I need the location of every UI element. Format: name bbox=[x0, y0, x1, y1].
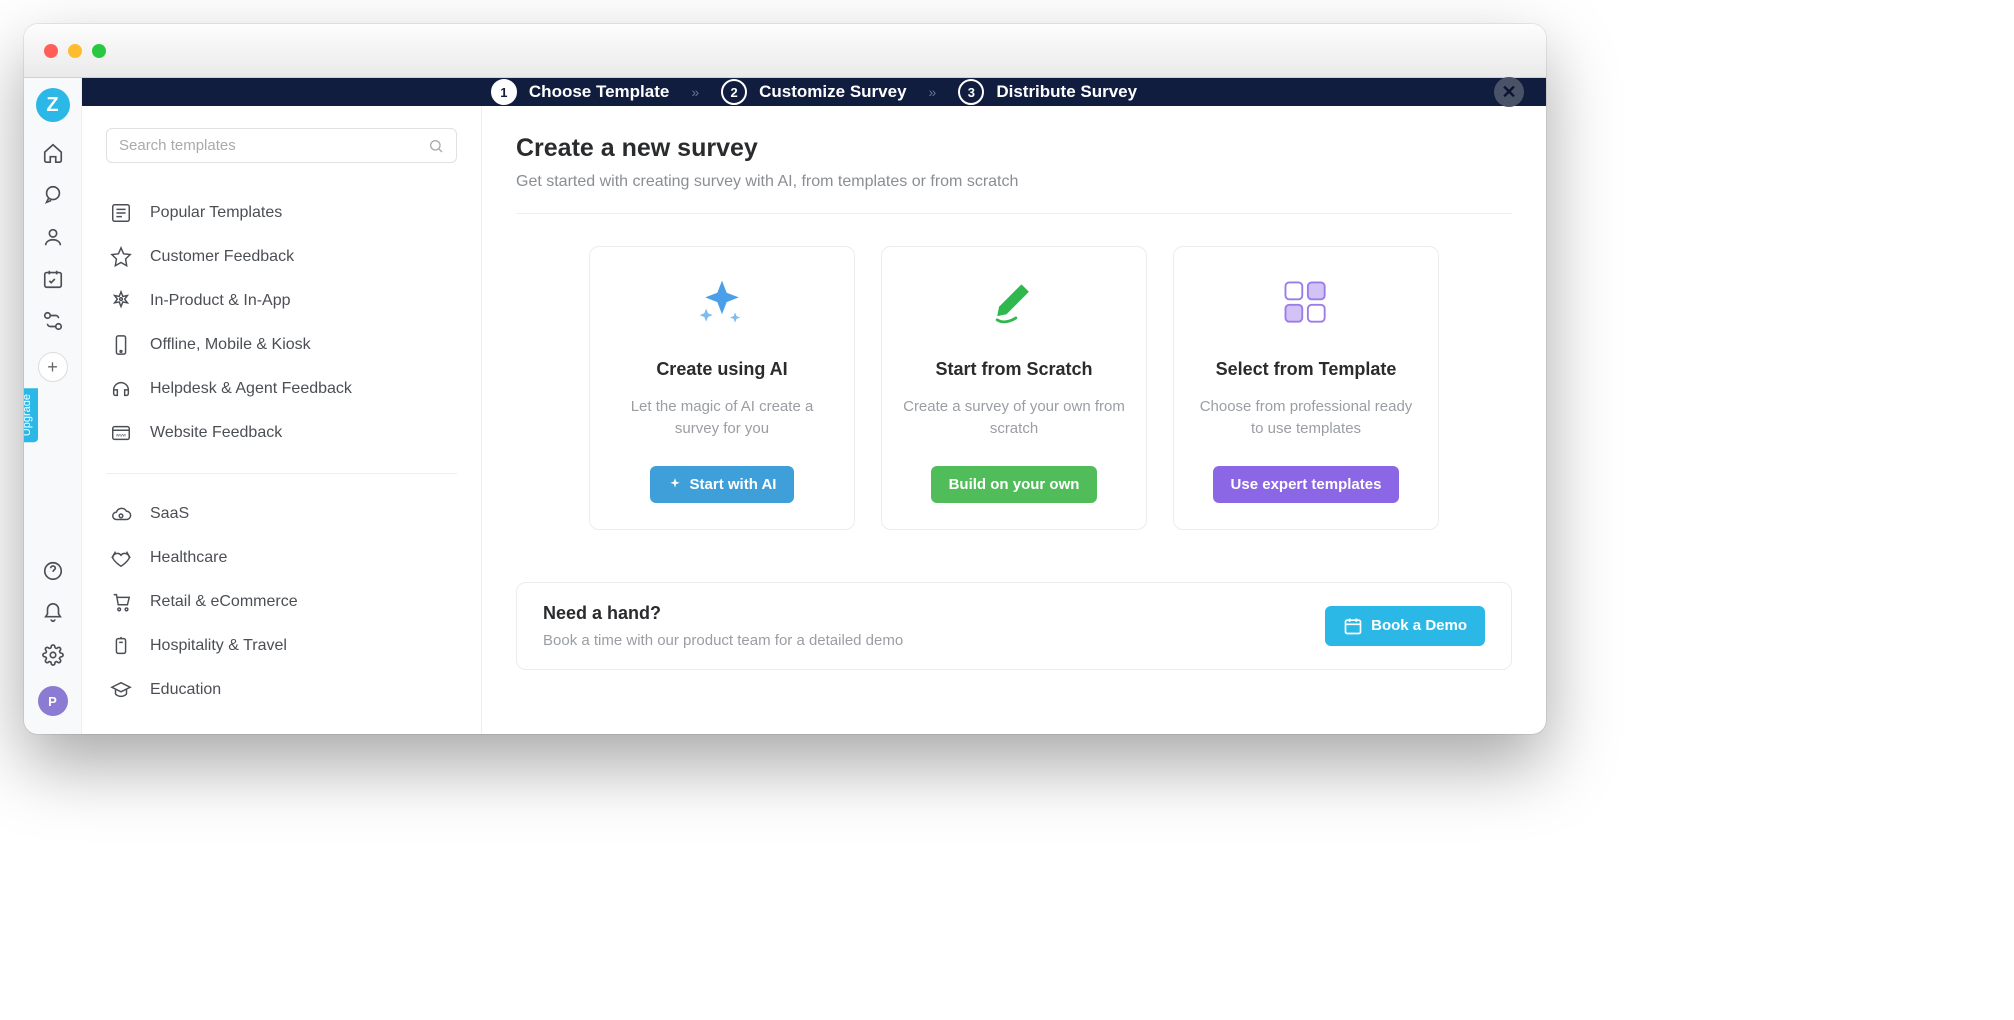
category-healthcare[interactable]: Healthcare bbox=[106, 536, 457, 580]
window-close-button[interactable] bbox=[44, 44, 58, 58]
category-education[interactable]: Education bbox=[106, 668, 457, 712]
card-title: Start from Scratch bbox=[935, 359, 1092, 380]
education-icon bbox=[110, 679, 132, 701]
category-label: Retail & eCommerce bbox=[150, 593, 298, 611]
workflow-icon[interactable] bbox=[42, 310, 64, 332]
card-title: Select from Template bbox=[1216, 359, 1397, 380]
saas-icon bbox=[110, 503, 132, 525]
retail-icon bbox=[110, 591, 132, 613]
step-number: 1 bbox=[491, 79, 517, 105]
contacts-icon[interactable] bbox=[42, 226, 64, 248]
page-subtitle: Get started with creating survey with AI… bbox=[516, 173, 1512, 191]
template-grid-icon bbox=[1278, 275, 1334, 331]
healthcare-icon bbox=[110, 547, 132, 569]
search-input[interactable] bbox=[119, 137, 428, 154]
step-number: 3 bbox=[958, 79, 984, 105]
website-icon: www bbox=[110, 422, 132, 444]
nav-rail: Z + Upgrade bbox=[24, 78, 82, 734]
step-label: Distribute Survey bbox=[996, 82, 1137, 102]
category-customer[interactable]: Customer Feedback bbox=[106, 235, 457, 279]
sparkle-icon bbox=[694, 275, 750, 331]
card-desc: Let the magic of AI create a survey for … bbox=[608, 396, 836, 440]
upgrade-tag[interactable]: Upgrade bbox=[24, 388, 38, 442]
card-desc: Create a survey of your own from scratch bbox=[900, 396, 1128, 440]
category-hospitality[interactable]: Hospitality & Travel bbox=[106, 624, 457, 668]
category-label: Popular Templates bbox=[150, 204, 282, 222]
use-templates-button[interactable]: Use expert templates bbox=[1213, 466, 1400, 503]
help-icon[interactable] bbox=[42, 560, 64, 582]
category-label: Helpdesk & Agent Feedback bbox=[150, 380, 352, 398]
close-icon[interactable]: ✕ bbox=[1494, 77, 1524, 107]
card-desc: Choose from professional ready to use te… bbox=[1192, 396, 1420, 440]
template-sidebar: Popular Templates Customer Feedback In-Pro… bbox=[82, 106, 482, 734]
customer-icon bbox=[110, 246, 132, 268]
step-number: 2 bbox=[721, 79, 747, 105]
hospitality-icon bbox=[110, 635, 132, 657]
main-panel: Create a new survey Get started with cre… bbox=[482, 106, 1546, 734]
search-box[interactable] bbox=[106, 128, 457, 163]
category-website[interactable]: www Website Feedback bbox=[106, 411, 457, 455]
category-helpdesk[interactable]: Helpdesk & Agent Feedback bbox=[106, 367, 457, 411]
step-3[interactable]: 3 Distribute Survey bbox=[958, 79, 1137, 105]
book-demo-button[interactable]: Book a Demo bbox=[1325, 606, 1485, 646]
step-2[interactable]: 2 Customize Survey bbox=[721, 79, 906, 105]
avatar[interactable]: P bbox=[38, 686, 68, 716]
notifications-icon[interactable] bbox=[42, 602, 64, 624]
build-own-button[interactable]: Build on your own bbox=[931, 466, 1098, 503]
pencil-icon bbox=[986, 275, 1042, 331]
category-label: In-Product & In-App bbox=[150, 292, 291, 310]
category-label: Customer Feedback bbox=[150, 248, 294, 266]
svg-text:www: www bbox=[116, 433, 127, 438]
category-retail[interactable]: Retail & eCommerce bbox=[106, 580, 457, 624]
help-desc: Book a time with our product team for a … bbox=[543, 632, 903, 649]
category-offline[interactable]: Offline, Mobile & Kiosk bbox=[106, 323, 457, 367]
help-box: Need a hand? Book a time with our produc… bbox=[516, 582, 1512, 670]
help-title: Need a hand? bbox=[543, 603, 903, 624]
card-select-template[interactable]: Select from Template Choose from profess… bbox=[1173, 246, 1439, 530]
add-button[interactable]: + bbox=[38, 352, 68, 382]
step-label: Choose Template bbox=[529, 82, 669, 102]
category-label: Healthcare bbox=[150, 549, 227, 567]
category-label: Education bbox=[150, 681, 221, 699]
card-create-ai[interactable]: Create using AI Let the magic of AI crea… bbox=[589, 246, 855, 530]
step-1[interactable]: 1 Choose Template bbox=[491, 79, 669, 105]
category-label: Offline, Mobile & Kiosk bbox=[150, 336, 311, 354]
divider bbox=[516, 213, 1512, 214]
window-titlebar bbox=[24, 24, 1546, 78]
helpdesk-icon bbox=[110, 378, 132, 400]
search-icon bbox=[428, 138, 444, 154]
category-saas[interactable]: SaaS bbox=[106, 492, 457, 536]
window-minimize-button[interactable] bbox=[68, 44, 82, 58]
category-label: Website Feedback bbox=[150, 424, 282, 442]
category-label: Hospitality & Travel bbox=[150, 637, 287, 655]
sparkle-small-icon bbox=[668, 477, 682, 491]
window-maximize-button[interactable] bbox=[92, 44, 106, 58]
stepper-bar: 1 Choose Template » 2 Customize Survey » 3 Dist… bbox=[82, 78, 1546, 106]
feedback-icon[interactable] bbox=[42, 184, 64, 206]
home-icon[interactable] bbox=[42, 142, 64, 164]
chevron-right-icon: » bbox=[929, 84, 937, 100]
chevron-right-icon: » bbox=[691, 84, 699, 100]
card-start-scratch[interactable]: Start from Scratch Create a survey of yo… bbox=[881, 246, 1147, 530]
page-title: Create a new survey bbox=[516, 134, 1512, 163]
calendar-check-icon[interactable] bbox=[42, 268, 64, 290]
category-inproduct[interactable]: In-Product & In-App bbox=[106, 279, 457, 323]
inproduct-icon bbox=[110, 290, 132, 312]
offline-icon bbox=[110, 334, 132, 356]
popular-icon bbox=[110, 202, 132, 224]
step-label: Customize Survey bbox=[759, 82, 906, 102]
divider bbox=[106, 473, 457, 474]
card-title: Create using AI bbox=[656, 359, 787, 380]
category-label: SaaS bbox=[150, 505, 189, 523]
start-with-ai-button[interactable]: Start with AI bbox=[650, 466, 795, 503]
calendar-icon bbox=[1343, 616, 1363, 636]
settings-icon[interactable] bbox=[42, 644, 64, 666]
app-logo[interactable]: Z bbox=[36, 88, 70, 122]
category-popular[interactable]: Popular Templates bbox=[106, 191, 457, 235]
